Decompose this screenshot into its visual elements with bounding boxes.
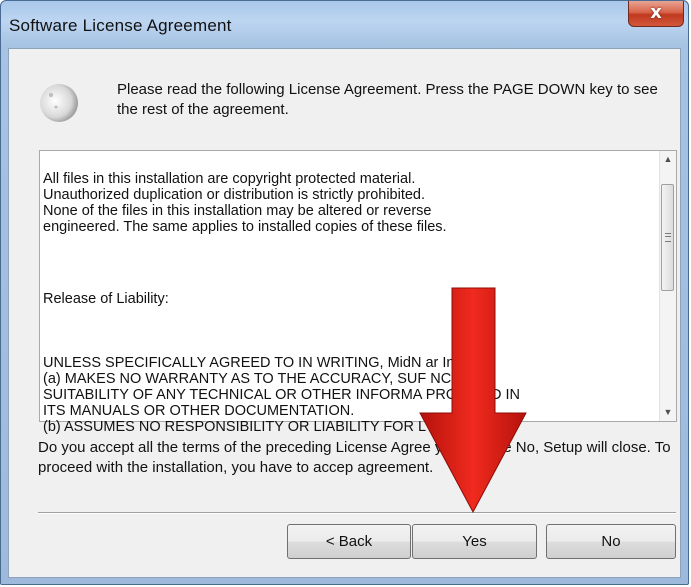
license-heading-release: Release of Liability:	[43, 291, 169, 307]
yes-button[interactable]: Yes	[412, 524, 537, 559]
window-title: Software License Agreement	[9, 16, 232, 35]
close-button[interactable]: x	[628, 1, 684, 27]
license-text-area[interactable]: All files in this installation are copyr…	[39, 150, 677, 435]
license-dialog-window: Software License Agreement x Please read…	[0, 0, 689, 585]
instruction-text: Please read the following License Agreem…	[117, 81, 658, 118]
accept-question-text: Do you accept all the terms of the prece…	[38, 439, 671, 476]
back-button[interactable]: < Back	[287, 524, 411, 559]
divider	[38, 512, 676, 514]
license-paragraph-liability: UNLESS SPECIFICALLY AGREED TO IN WRITING…	[43, 355, 520, 435]
moon-setup-icon	[40, 84, 78, 122]
license-content: All files in this installation are copyr…	[43, 155, 653, 451]
vertical-scrollbar[interactable]: ▲ ▼	[659, 151, 676, 421]
no-button[interactable]: No	[546, 524, 676, 559]
scrollbar-thumb[interactable]	[661, 184, 674, 291]
grip-icon	[665, 233, 671, 242]
dialog-client-area: Please read the following License Agreem…	[8, 48, 681, 578]
scroll-down-arrow-icon[interactable]: ▼	[660, 404, 676, 421]
scroll-up-arrow-icon[interactable]: ▲	[660, 151, 676, 168]
license-paragraph-copyright: All files in this installation are copyr…	[43, 171, 447, 235]
close-icon: x	[650, 2, 662, 23]
